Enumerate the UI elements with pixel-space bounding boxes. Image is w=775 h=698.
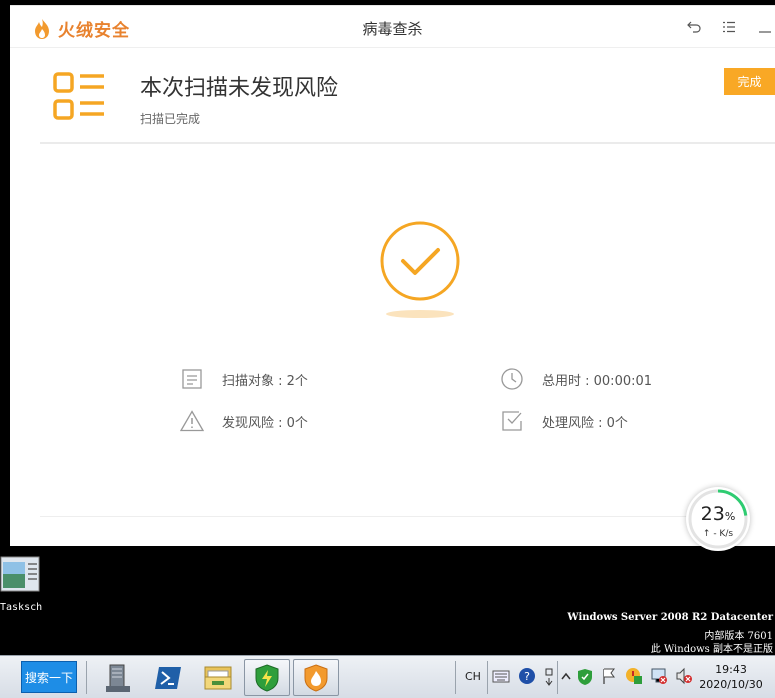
ime-options-icon[interactable] [543,666,555,688]
scan-objects-text: 扫描对象 : 2个 [222,373,308,389]
checkbox-icon [500,409,524,433]
taskbar-explorer[interactable] [195,659,241,696]
desktop-icon-label: Tasksch [0,602,43,613]
stat-total-time: 总用时 : 00:00:01 [500,367,652,391]
system-clock[interactable]: 19:43 2020/10/30 [695,662,767,692]
total-time-text: 总用时 : 00:00:01 [542,373,653,389]
security-shield-icon [255,663,279,692]
back-icon[interactable] [683,16,705,38]
help-icon[interactable]: ? [518,667,536,685]
folder-icon [204,666,232,689]
document-icon [180,367,204,391]
taskbar-shield-app[interactable] [244,659,290,696]
window-title: 病毒查杀 [362,20,423,38]
input-language[interactable]: CH [465,670,481,683]
title-bar: 火绒安全 病毒查杀 [10,6,775,48]
action-center-flag-icon[interactable] [601,667,617,685]
svg-text:?: ? [524,670,530,683]
huorong-window: 火绒安全 病毒查杀 本次扫描未发现风险 扫描已完成 完成 扫描对象 : 2个 总… [10,5,775,546]
clock-date: 2020/10/30 [699,678,763,691]
speed-rate: ↑ - K/s [702,529,734,539]
success-check-icon [380,221,460,318]
taskbar-separator [487,661,488,694]
handled-risks-text: 处理风险 : 0个 [542,415,628,431]
taskbar: 搜索一下 CH ? 19:43 2020/10/30 [0,655,775,698]
taskbar-separator [557,661,558,694]
network-speed-widget[interactable]: 23% ↑ - K/s [686,487,750,551]
keyboard-icon[interactable] [492,668,510,684]
stat-handled-risks: 处理风险 : 0个 [500,409,628,433]
stat-found-risks: 发现风险 : 0个 [180,409,308,433]
volume-muted-icon[interactable] [675,667,693,685]
menu-icon[interactable] [718,16,740,38]
search-button[interactable]: 搜索一下 [21,661,77,693]
os-edition: Windows Server 2008 R2 Datacenter [567,612,773,623]
huorong-flame-icon [304,663,328,692]
report-list-icon [53,72,104,120]
show-hidden-icons[interactable] [561,672,571,680]
server-manager-icon [106,664,130,692]
taskbar-powershell[interactable] [145,659,191,696]
powershell-icon [155,666,181,689]
taskbar-separator [86,661,87,694]
taskbar-separator [455,661,456,694]
network-disconnected-icon[interactable] [650,667,668,685]
task-scheduler-icon[interactable] [0,556,40,592]
speed-percent: 23% [700,503,736,525]
minimize-icon[interactable] [754,16,775,38]
done-button[interactable]: 完成 [724,68,775,95]
result-title: 本次扫描未发现风险 [140,76,339,101]
found-risks-text: 发现风险 : 0个 [222,415,308,431]
clock-icon [500,367,524,391]
warning-icon [180,409,204,433]
stat-scan-objects: 扫描对象 : 2个 [180,367,308,391]
divider [40,516,745,517]
tray-shield-icon[interactable] [577,668,593,686]
os-activation-warning: 此 Windows 副本不是正版 [650,644,773,655]
result-header: 本次扫描未发现风险 扫描已完成 [40,54,775,144]
clock-time: 19:43 [715,663,747,676]
tray-security-alert-icon[interactable] [625,667,643,685]
taskbar-huorong[interactable] [293,659,339,696]
taskbar-server-manager[interactable] [95,659,141,696]
result-subtitle: 扫描已完成 [140,112,201,126]
